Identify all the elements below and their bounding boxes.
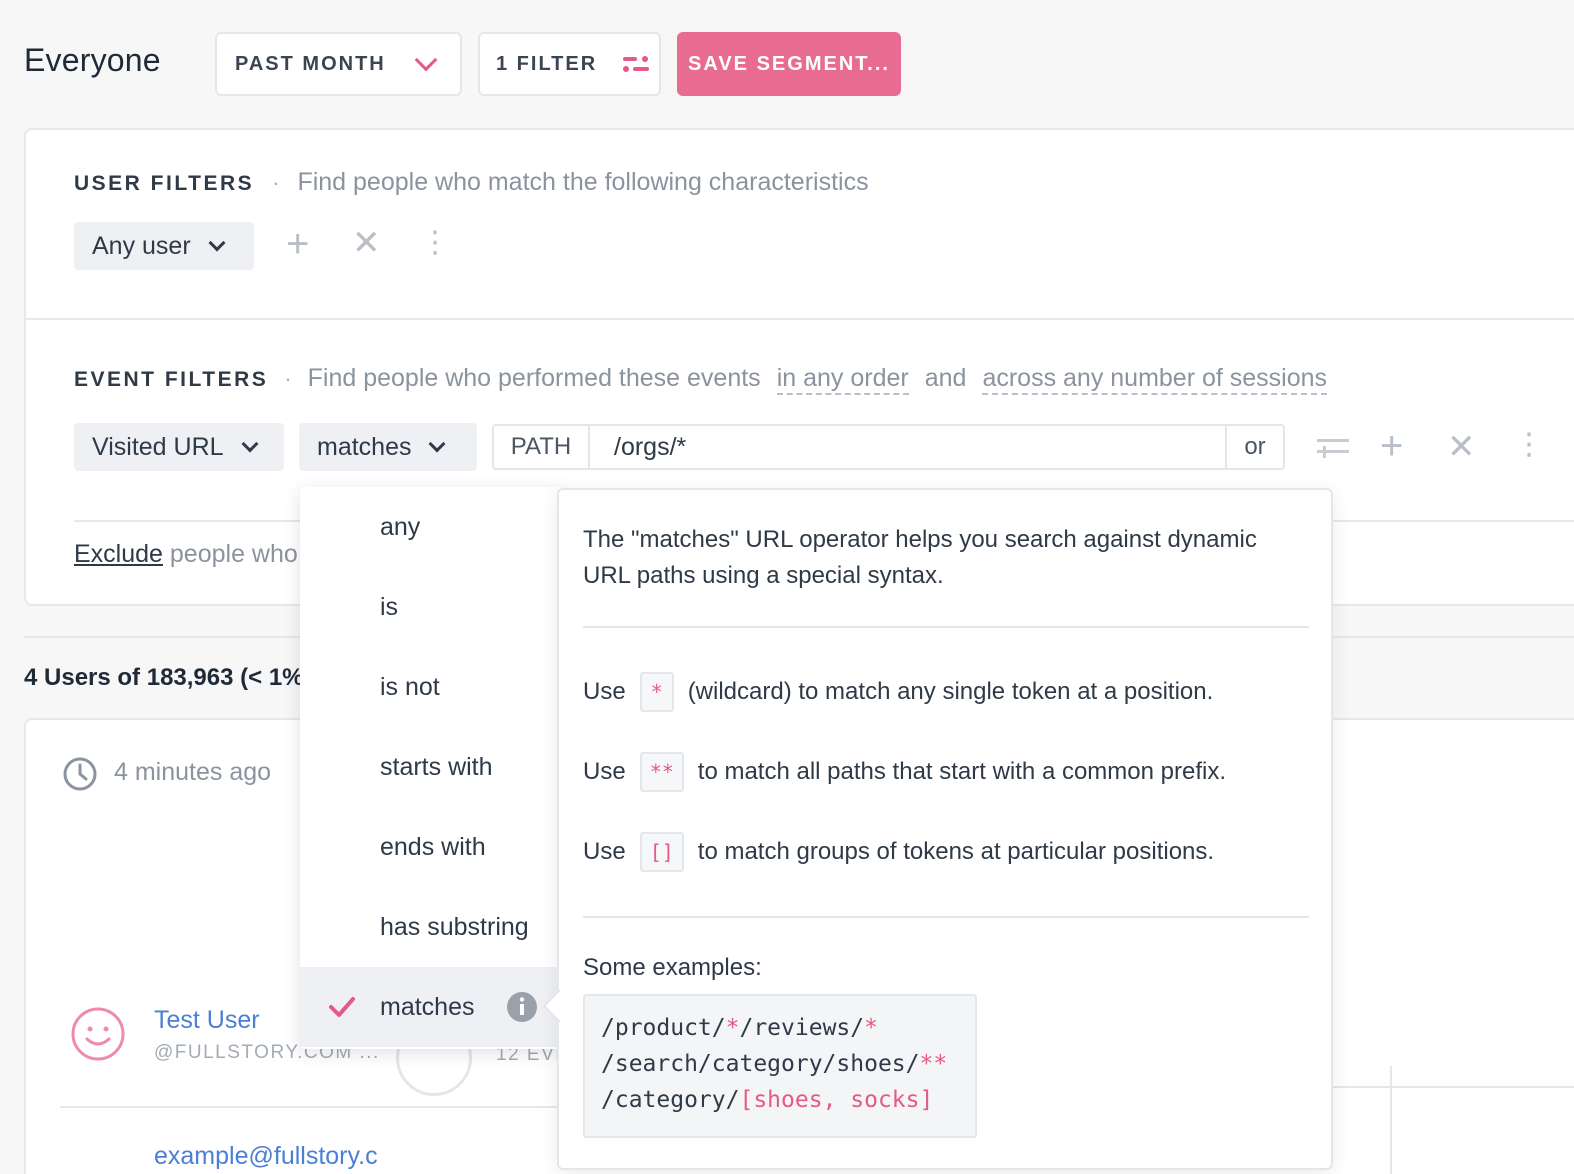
menu-item-label: is bbox=[380, 592, 399, 621]
results-count: 4 Users of 183,963 (< 1% bbox=[24, 664, 304, 691]
rule-wildcard: Use * (wildcard) to match any single tok… bbox=[583, 672, 1213, 712]
session-time: 4 minutes ago bbox=[114, 758, 272, 786]
path-label[interactable]: PATH bbox=[494, 426, 590, 468]
code-token: ** bbox=[919, 1051, 948, 1077]
refine-filter-icon[interactable] bbox=[1315, 436, 1351, 460]
add-icon[interactable]: + bbox=[286, 224, 309, 264]
rule-double-wildcard: Use ** to match all paths that start wit… bbox=[583, 752, 1226, 792]
code-double-wildcard: ** bbox=[639, 752, 684, 792]
filter-sliders-icon bbox=[623, 56, 650, 72]
operator-dropdown[interactable]: matches bbox=[299, 423, 477, 471]
check-icon bbox=[329, 997, 355, 1017]
any-user-dropdown[interactable]: Any user bbox=[74, 222, 254, 270]
menu-item-label: ends with bbox=[380, 832, 486, 861]
page-title: Everyone bbox=[24, 42, 161, 78]
filter-label: 1 FILTER bbox=[496, 52, 598, 75]
path-input-group: PATH /orgs/* or bbox=[492, 424, 1285, 470]
code-text: /category/ bbox=[601, 1087, 740, 1113]
chevron-down-icon bbox=[428, 435, 446, 453]
code-group: [] bbox=[639, 832, 684, 872]
exclude-row: Exclude people who bbox=[74, 540, 298, 569]
code-text: /product/ bbox=[601, 1015, 726, 1041]
menu-item-label: has substring bbox=[380, 912, 529, 941]
user-email-link[interactable]: example@fullstory.c bbox=[154, 1142, 378, 1171]
use-label: Use bbox=[583, 678, 626, 705]
menu-item-any[interactable]: any bbox=[300, 487, 562, 567]
menu-item-is[interactable]: is bbox=[300, 567, 562, 647]
event-type-label: Visited URL bbox=[92, 432, 224, 461]
sessions-toggle[interactable]: across any number of sessions bbox=[982, 364, 1328, 395]
example-line: /category/[shoes, socks] bbox=[601, 1082, 959, 1118]
menu-item-ends-with[interactable]: ends with bbox=[300, 807, 562, 887]
section-divider bbox=[26, 318, 1574, 320]
clock-icon bbox=[63, 757, 97, 791]
tooltip-intro: The "matches" URL operator helps you sea… bbox=[583, 526, 1257, 589]
examples-code-block: /product/*/reviews/*/search/category/sho… bbox=[583, 994, 977, 1138]
code-token: * bbox=[725, 1015, 740, 1041]
event-filters-label: EVENT FILTERS bbox=[74, 368, 269, 391]
menu-item-starts-with[interactable]: starts with bbox=[300, 727, 562, 807]
user-filters-label: USER FILTERS bbox=[74, 172, 255, 195]
menu-item-has-substring[interactable]: has substring bbox=[300, 887, 562, 967]
examples-label: Some examples: bbox=[583, 954, 762, 981]
chevron-down-icon bbox=[208, 234, 226, 252]
rule-group: Use [] to match groups of tokens at part… bbox=[583, 832, 1214, 872]
separator-dot: · bbox=[284, 366, 292, 391]
event-type-dropdown[interactable]: Visited URL bbox=[74, 423, 284, 471]
user-filters-description: Find people who match the following char… bbox=[297, 168, 869, 196]
or-button[interactable]: or bbox=[1225, 426, 1283, 468]
rule-text: to match groups of tokens at particular … bbox=[697, 838, 1215, 865]
matches-help-tooltip: The "matches" URL operator helps you sea… bbox=[557, 488, 1333, 1170]
add-icon[interactable]: + bbox=[1380, 426, 1403, 466]
code-wildcard: * bbox=[639, 672, 674, 712]
tooltip-arrow bbox=[544, 990, 560, 1022]
close-icon[interactable]: ✕ bbox=[352, 226, 381, 260]
info-icon[interactable] bbox=[506, 991, 538, 1023]
use-label: Use bbox=[583, 758, 626, 785]
example-line: /product/*/reviews/* bbox=[601, 1010, 959, 1046]
code-token: * bbox=[864, 1015, 878, 1041]
timeline-line bbox=[1390, 1066, 1392, 1174]
user-name-link[interactable]: Test User bbox=[154, 1006, 260, 1035]
rule-text: to match all paths that start with a com… bbox=[697, 758, 1227, 785]
close-icon[interactable]: ✕ bbox=[1447, 430, 1476, 464]
code-text: /search/category/shoes/ bbox=[601, 1051, 920, 1077]
event-filters-header: EVENT FILTERS · Find people who performe… bbox=[74, 364, 1328, 395]
user-filters-header: USER FILTERS · Find people who match the… bbox=[74, 168, 869, 197]
filter-button[interactable]: 1 FILTER bbox=[478, 32, 661, 96]
period-label: PAST MONTH bbox=[235, 52, 386, 75]
event-filters-description: Find people who performed these events bbox=[307, 364, 761, 392]
menu-item-matches[interactable]: matches bbox=[300, 967, 562, 1047]
code-text: /reviews/ bbox=[739, 1015, 865, 1041]
chevron-down-icon bbox=[241, 435, 259, 453]
rule-text: (wildcard) to match any single token at … bbox=[687, 678, 1214, 705]
menu-item-label: starts with bbox=[380, 752, 493, 781]
tooltip-divider bbox=[583, 626, 1309, 628]
use-label: Use bbox=[583, 838, 626, 865]
chevron-down-icon bbox=[414, 48, 438, 72]
more-vertical-icon[interactable]: ⋮ bbox=[1514, 430, 1544, 460]
order-toggle[interactable]: in any order bbox=[776, 364, 909, 395]
save-segment-label: SAVE SEGMENT... bbox=[688, 52, 890, 75]
more-vertical-icon[interactable]: ⋮ bbox=[420, 228, 450, 258]
menu-item-label: any bbox=[380, 512, 421, 541]
menu-item-label: is not bbox=[380, 672, 440, 701]
example-line: /search/category/shoes/** bbox=[601, 1046, 959, 1082]
code-token: [shoes, socks] bbox=[739, 1087, 934, 1113]
period-dropdown[interactable]: PAST MONTH bbox=[215, 32, 462, 96]
menu-item-is-not[interactable]: is not bbox=[300, 647, 562, 727]
user-avatar-icon bbox=[71, 1007, 125, 1061]
save-segment-button[interactable]: SAVE SEGMENT... bbox=[677, 32, 901, 96]
separator-dot: · bbox=[272, 170, 280, 195]
operator-menu: any is is not starts with ends with has … bbox=[300, 487, 562, 1049]
exclude-text: people who bbox=[169, 540, 298, 568]
exclude-link[interactable]: Exclude bbox=[74, 540, 163, 568]
row-divider bbox=[60, 1106, 600, 1108]
menu-item-label: matches bbox=[380, 992, 475, 1021]
operator-label: matches bbox=[317, 432, 412, 461]
and-label: and bbox=[924, 364, 967, 392]
path-input[interactable]: /orgs/* bbox=[590, 426, 1225, 468]
any-user-label: Any user bbox=[92, 231, 191, 260]
tooltip-divider bbox=[583, 916, 1309, 918]
